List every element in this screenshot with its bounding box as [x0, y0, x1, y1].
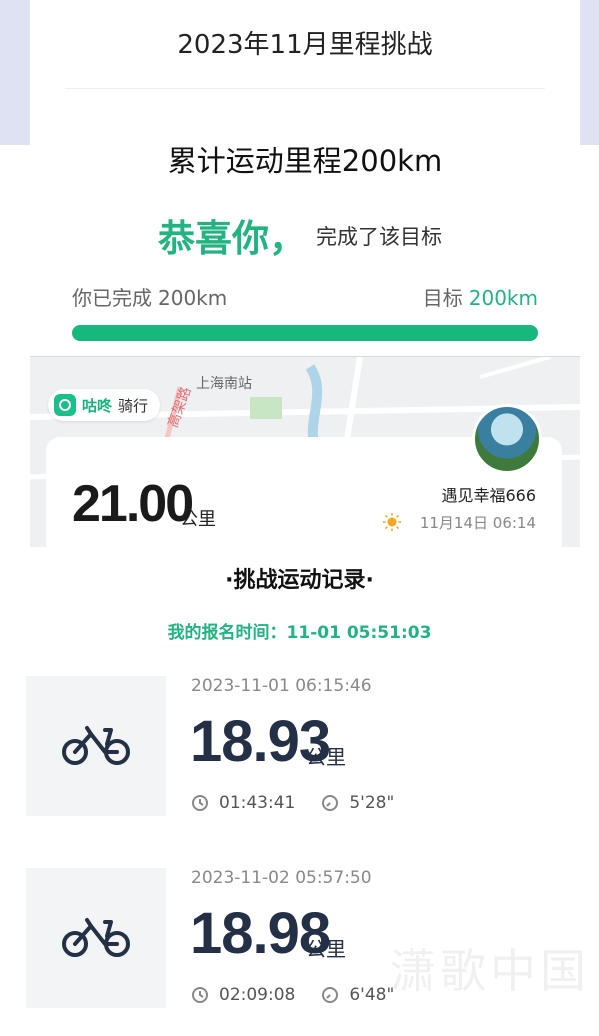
record-unit: 公里 [306, 745, 346, 769]
completed-label: 你已完成 [72, 286, 152, 310]
ride-username: 遇见幸福666 [441, 486, 536, 505]
watermark: 潇歌中国 [390, 944, 590, 998]
record-datetime: 2023-11-01 06:15:46 [191, 676, 372, 696]
record-pace: 6'48" [349, 985, 395, 1005]
target-info: 目标 200km [423, 282, 538, 311]
app-logo-icon [54, 394, 76, 416]
target-value: 200km [468, 286, 538, 310]
progress-fill [72, 325, 538, 341]
activity-type: 骑行 [118, 396, 149, 415]
progress-bar [72, 325, 538, 341]
completed-info: 你已完成 200km [72, 282, 227, 311]
record-duration: 01:43:41 [219, 793, 296, 813]
records-title: ·挑战运动记录· [225, 568, 374, 593]
clock-icon [192, 795, 208, 811]
record-duration: 02:09:08 [219, 985, 296, 1005]
page-title: 2023年11月里程挑战 [177, 30, 433, 60]
sun-icon [383, 513, 401, 531]
congrats-text: 恭喜你， [158, 217, 306, 260]
record-datetime: 2023-11-02 05:57:50 [191, 868, 372, 888]
ride-time: 11月14日 06:14 [419, 514, 536, 532]
divider [65, 88, 545, 89]
record-unit: 公里 [306, 937, 346, 961]
map-place-label: 上海南站 [196, 376, 252, 392]
ride-distance: 21.00 [72, 475, 194, 533]
record-thumbnail [26, 868, 166, 1008]
record-thumbnail [26, 676, 166, 816]
app-badge: 咕咚 骑行 [48, 389, 161, 421]
signup-time: 我的报名时间：11-01 05:51:03 [167, 623, 432, 643]
challenge-card: 2023年11月里程挑战 累计运动里程200km 恭喜你， 完成了该目标 你已完… [30, 0, 580, 356]
bicycle-icon [62, 918, 130, 957]
clock-icon [192, 987, 208, 1003]
user-avatar[interactable] [472, 404, 542, 474]
completed-value: 200km [158, 286, 228, 310]
record-stats: 01:43:41 5'28" [191, 793, 394, 813]
app-name: 咕咚 [82, 396, 113, 415]
record-item[interactable]: 2023-11-01 06:15:46 18.93 公里 01:43:41 5'… [26, 676, 586, 826]
record-pace: 5'28" [349, 793, 395, 813]
congrats-subtext: 完成了该目标 [316, 225, 442, 249]
pace-icon [322, 795, 339, 811]
target-label: 目标 [422, 286, 463, 310]
record-stats: 02:09:08 6'48" [191, 985, 394, 1005]
goal-text: 累计运动里程200km [167, 144, 443, 178]
ride-unit: 公里 [180, 509, 216, 530]
bicycle-icon [62, 726, 130, 765]
pace-icon [322, 987, 339, 1003]
